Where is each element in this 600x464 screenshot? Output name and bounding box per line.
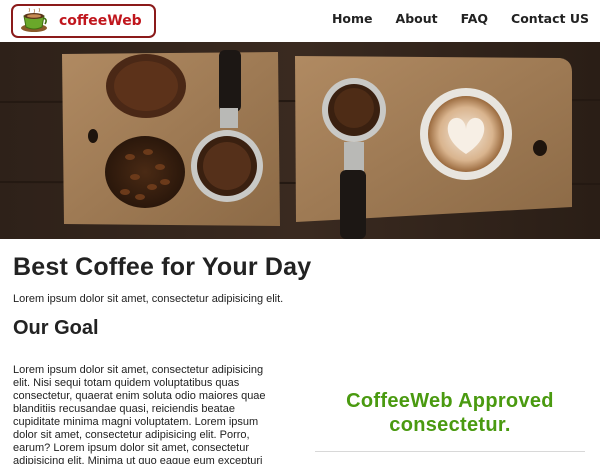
- nav-menu: Home About FAQ Contact US: [309, 11, 589, 26]
- goal-heading: Our Goal: [13, 317, 99, 339]
- divider: [315, 451, 585, 452]
- page-title: Best Coffee for Your Day: [13, 253, 312, 281]
- coffee-hero-illustration: [0, 42, 600, 239]
- brand-name: coffeeWeb: [59, 13, 142, 29]
- nav-item-contact[interactable]: Contact US: [511, 11, 589, 26]
- nav-item-faq[interactable]: FAQ: [461, 11, 488, 26]
- goal-paragraph: Lorem ipsum dolor sit amet, consectetur …: [13, 364, 266, 464]
- nav-item-home[interactable]: Home: [332, 11, 373, 26]
- approved-heading: CoffeeWeb Approved consectetur.: [346, 390, 554, 436]
- hero-image: [0, 42, 600, 239]
- nav-item-about[interactable]: About: [396, 11, 438, 26]
- coffee-cup-icon: [21, 8, 47, 32]
- brand-logo-link[interactable]: coffeeWeb: [11, 4, 156, 38]
- navbar: coffeeWeb Home About FAQ Contact US: [0, 0, 600, 42]
- intro-text: Lorem ipsum dolor sit amet, consectetur …: [13, 293, 284, 305]
